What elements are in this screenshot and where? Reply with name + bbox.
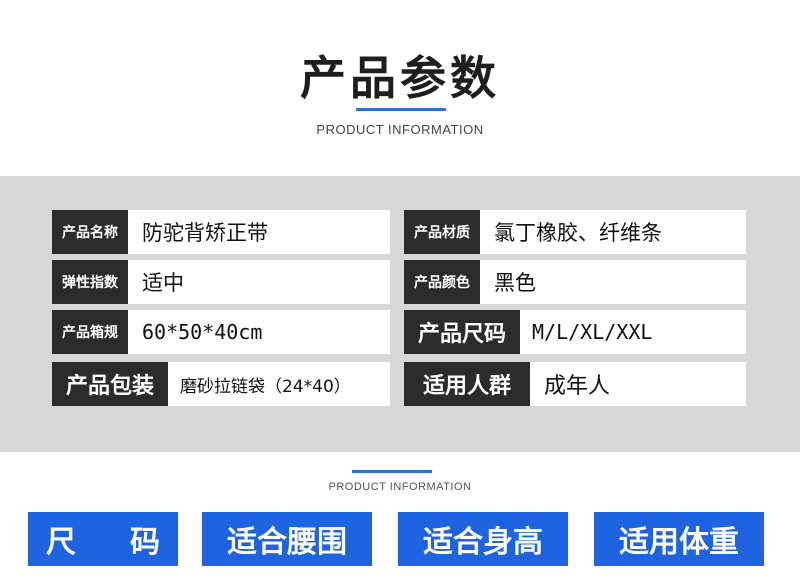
param-label: 产品名称 [52, 210, 128, 254]
param-value: M/L/XL/XXL [520, 310, 746, 354]
size-button-label-left: 尺 [46, 525, 76, 560]
param-value: 60*50*40cm [128, 310, 390, 354]
param-label: 产品材质 [404, 210, 480, 254]
waist-fit-button[interactable]: 适合腰围 [202, 512, 372, 566]
param-label: 产品颜色 [404, 260, 480, 304]
page-subtitle: PRODUCT INFORMATION [316, 122, 484, 137]
page-title: 产品参数 [300, 51, 500, 105]
title-divider [356, 108, 446, 111]
param-label: 产品包装 [52, 362, 168, 406]
param-value: 黑色 [480, 260, 746, 304]
param-label: 产品尺码 [404, 310, 520, 354]
param-value: 防驼背矫正带 [128, 210, 390, 254]
param-label: 产品箱规 [52, 310, 128, 354]
param-value: 磨砂拉链袋（24*40） [168, 362, 390, 406]
size-button[interactable]: 尺 码 [28, 512, 178, 566]
param-row-name: 产品名称 防驼背矫正带 [52, 210, 390, 254]
product-params-panel: 产品名称 防驼背矫正带 产品材质 氯丁橡胶、纤维条 弹性指数 适中 产品颜色 黑… [0, 176, 800, 452]
param-value: 适中 [128, 260, 390, 304]
param-value: 氯丁橡胶、纤维条 [480, 210, 746, 254]
param-label: 适用人群 [404, 362, 530, 406]
weight-fit-button[interactable]: 适用体重 [594, 512, 764, 566]
param-row-audience: 适用人群 成年人 [404, 362, 746, 406]
footer-divider [352, 470, 432, 473]
height-fit-button[interactable]: 适合身高 [398, 512, 568, 566]
param-row-carton: 产品箱规 60*50*40cm [52, 310, 390, 354]
param-row-packaging: 产品包装 磨砂拉链袋（24*40） [52, 362, 390, 406]
param-row-elasticity: 弹性指数 适中 [52, 260, 390, 304]
param-label: 弹性指数 [52, 260, 128, 304]
param-row-size: 产品尺码 M/L/XL/XXL [404, 310, 746, 354]
param-row-material: 产品材质 氯丁橡胶、纤维条 [404, 210, 746, 254]
param-row-color: 产品颜色 黑色 [404, 260, 746, 304]
param-value: 成年人 [530, 362, 746, 406]
footer-subtitle: PRODUCT INFORMATION [328, 481, 472, 493]
size-button-label-right: 码 [130, 525, 160, 560]
